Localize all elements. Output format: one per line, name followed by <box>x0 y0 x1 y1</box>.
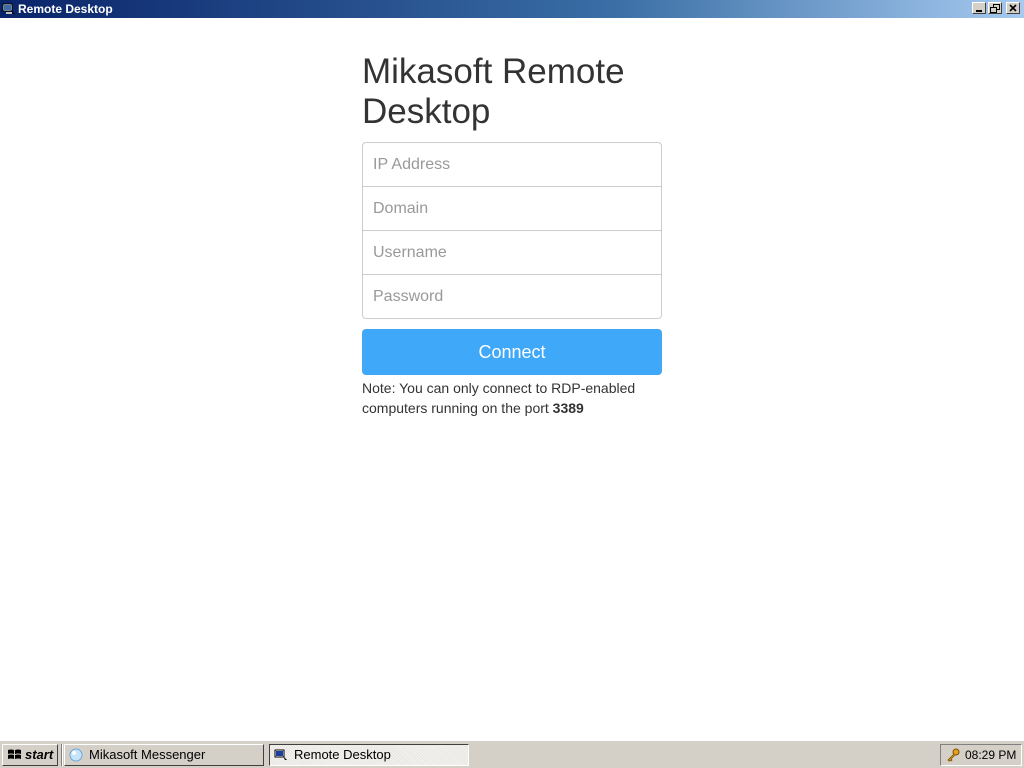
remote-desktop-window: Remote Desktop Mikasoft Remote Desktop C… <box>0 0 1024 740</box>
connect-button[interactable]: Connect <box>362 329 662 375</box>
page-title: Mikasoft Remote Desktop <box>362 52 625 131</box>
restore-button[interactable] <box>988 2 1002 14</box>
note-port: 3389 <box>552 400 584 416</box>
port-note: Note: You can only connect to RDP-enable… <box>362 378 662 418</box>
windows-logo-icon <box>7 748 23 768</box>
username-input[interactable] <box>362 230 662 275</box>
taskbar-item-label: Mikasoft Messenger <box>89 747 206 762</box>
domain-input[interactable] <box>362 186 662 231</box>
minimize-icon <box>976 10 982 12</box>
remote-desktop-icon <box>2 2 16 16</box>
clock[interactable]: 08:29 PM <box>965 745 1016 765</box>
taskbar: start Mikasoft Messenger Remote Desktop <box>0 740 1024 768</box>
start-button[interactable]: start <box>2 744 58 766</box>
key-icon[interactable] <box>946 748 960 768</box>
login-panel: Mikasoft Remote Desktop Connect Note: Yo… <box>362 52 662 418</box>
password-input[interactable] <box>362 274 662 319</box>
start-label: start <box>25 747 54 762</box>
restore-icon <box>990 4 1000 13</box>
taskbar-item-remote-desktop[interactable]: Remote Desktop <box>269 744 469 766</box>
taskbar-item-messenger[interactable]: Mikasoft Messenger <box>64 744 264 766</box>
taskbar-item-label: Remote Desktop <box>294 747 391 762</box>
messenger-icon <box>69 748 83 768</box>
remote-desktop-icon <box>274 748 288 768</box>
title-bar[interactable]: Remote Desktop <box>0 0 1024 18</box>
close-icon <box>1009 4 1017 12</box>
minimize-button[interactable] <box>972 2 986 14</box>
ip-address-input[interactable] <box>362 142 662 187</box>
note-text: Note: You can only connect to RDP-enable… <box>362 380 636 416</box>
close-button[interactable] <box>1006 2 1020 14</box>
taskbar-divider <box>61 744 63 766</box>
system-tray: 08:29 PM <box>940 744 1022 766</box>
connection-form <box>362 142 662 319</box>
window-title: Remote Desktop <box>18 2 113 16</box>
